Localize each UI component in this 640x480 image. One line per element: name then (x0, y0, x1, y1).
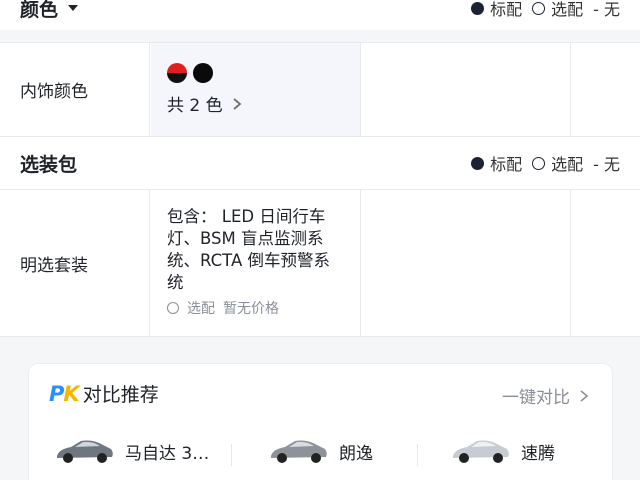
package-price: 暂无价格 (223, 301, 279, 317)
package-description: 包含： LED 日间行车灯、BSM 盲点监测系统、RCTA 倒车预警系统 (167, 207, 330, 292)
car-thumbnail-icon (271, 440, 327, 463)
legend-standard: 标配 (471, 0, 522, 20)
interior-color-row: 内饰颜色 共 2 色 (0, 42, 640, 137)
compare-car-item[interactable]: 速腾 (449, 436, 555, 466)
standard-dot-icon (471, 156, 485, 170)
legend-optional: 选配 (532, 151, 583, 175)
interior-color-cell-2 (361, 43, 571, 136)
legend-none: - 无 (593, 151, 620, 175)
package-row: 明选套装 包含： LED 日间行车灯、BSM 盲点监测系统、RCTA 倒车预警系… (0, 189, 640, 337)
optional-dot-icon (532, 1, 546, 15)
color-count-text: 共 2 色 (167, 96, 223, 116)
package-cell-3 (571, 190, 640, 336)
chevron-right-icon (580, 389, 589, 402)
pk-logo-icon: PK (49, 381, 80, 406)
caret-down-icon[interactable] (66, 3, 80, 13)
legend-optional-label: 选配 (551, 0, 584, 19)
color-legend: 标配 选配 - 无 (461, 0, 620, 20)
color-count-link[interactable]: 共 2 色 (167, 91, 344, 116)
legend-optional-label: 选配 (551, 155, 584, 174)
legend-none: - 无 (593, 0, 620, 20)
car-name: 朗逸 (339, 443, 373, 464)
package-label: 明选套装 (0, 190, 150, 336)
package-cell-1: 包含： LED 日间行车灯、BSM 盲点监测系统、RCTA 倒车预警系统 选配 … (151, 190, 361, 336)
car-divider (417, 444, 418, 466)
one-click-compare-link[interactable]: 一键对比 (502, 383, 590, 408)
compare-card-title: 对比推荐 (82, 384, 159, 406)
swatch-red-black (167, 63, 187, 83)
car-thumbnail-icon (453, 440, 509, 463)
swatch-black (193, 63, 213, 83)
compare-card-header: PK 对比推荐 (49, 380, 159, 407)
one-click-compare-label: 一键对比 (502, 388, 570, 408)
car-name: 马自达 3… (125, 443, 210, 464)
compare-car-item[interactable]: 马自达 3… (53, 436, 209, 466)
compare-car-item[interactable]: 朗逸 (267, 436, 373, 466)
compare-card: PK 对比推荐 一键对比 马自达 3… 朗逸 速腾 (28, 363, 613, 480)
standard-dot-icon (471, 1, 485, 15)
chevron-right-icon (233, 97, 242, 110)
legend-standard: 标配 (471, 151, 522, 175)
optional-dot-icon (532, 156, 546, 170)
color-section-header: 颜色 标配 选配 - 无 (0, 0, 640, 30)
legend-optional: 选配 (532, 0, 583, 20)
package-cell-2 (361, 190, 571, 336)
legend-standard-label: 标配 (490, 155, 523, 174)
package-meta: 选配 暂无价格 (167, 298, 346, 318)
package-status: 选配 (187, 301, 215, 317)
legend-standard-label: 标配 (490, 0, 523, 19)
options-section-title: 选装包 (20, 153, 78, 176)
color-section-title: 颜色 (20, 0, 59, 21)
legend-none-label: - 无 (593, 0, 620, 19)
options-section-header: 选装包 标配 选配 - 无 (0, 137, 640, 189)
car-thumbnail-icon (57, 440, 113, 463)
optional-ring-icon (167, 302, 179, 314)
car-name: 速腾 (521, 443, 555, 464)
interior-color-cell-3 (571, 43, 640, 136)
options-legend: 标配 选配 - 无 (461, 151, 620, 175)
interior-color-label: 内饰颜色 (0, 43, 150, 136)
legend-none-label: - 无 (593, 155, 620, 174)
swatch-list (167, 63, 344, 83)
car-divider (231, 444, 232, 466)
interior-color-cell-1[interactable]: 共 2 色 (151, 43, 361, 136)
